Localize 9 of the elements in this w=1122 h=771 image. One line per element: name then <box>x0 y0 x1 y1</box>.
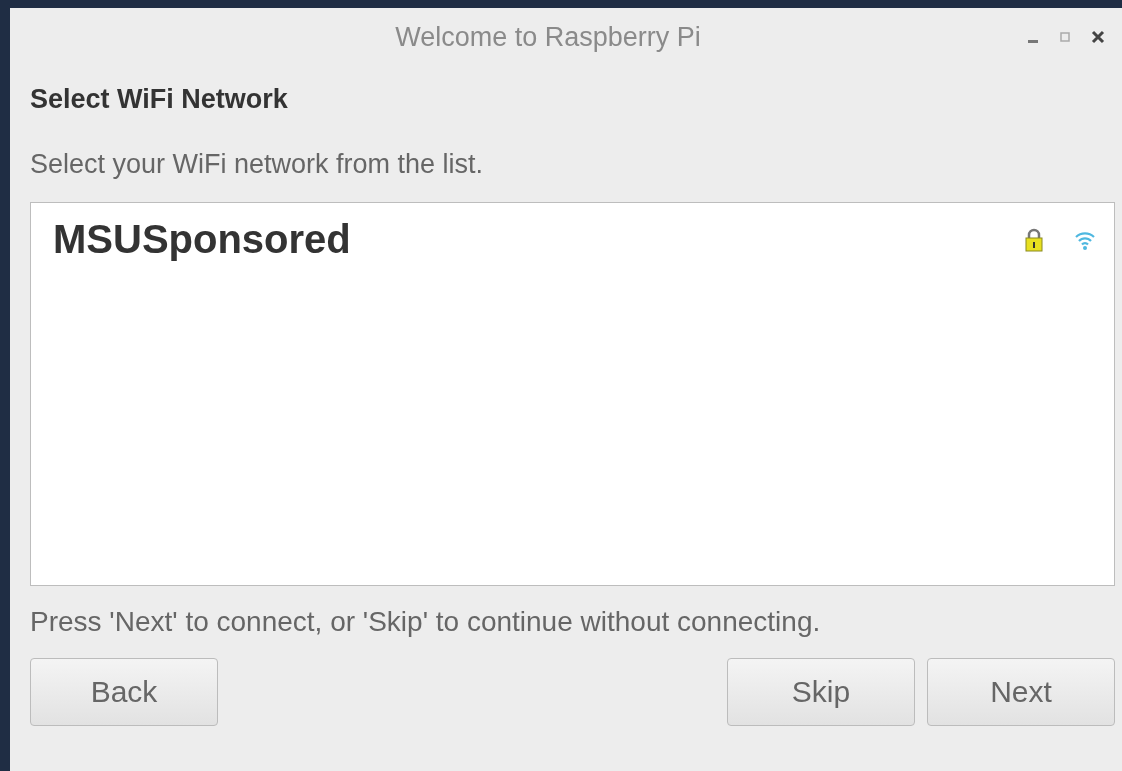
window-title: Welcome to Raspberry Pi <box>394 21 702 53</box>
section-heading: Select WiFi Network <box>30 84 288 115</box>
dialog-button[interactable]: Next <box>927 658 1115 726</box>
dialog-button[interactable]: Skip <box>727 658 915 726</box>
hint-text: Press 'Next' to connect, or 'Skip' to continue without connecting. <box>30 606 821 638</box>
dialog-button[interactable]: Back <box>30 658 218 726</box>
close-icon[interactable] <box>1090 29 1106 45</box>
network-name[interactable]: MSUSponsored <box>53 217 1024 262</box>
instruction-text: Select your WiFi network from the list. <box>30 149 484 180</box>
